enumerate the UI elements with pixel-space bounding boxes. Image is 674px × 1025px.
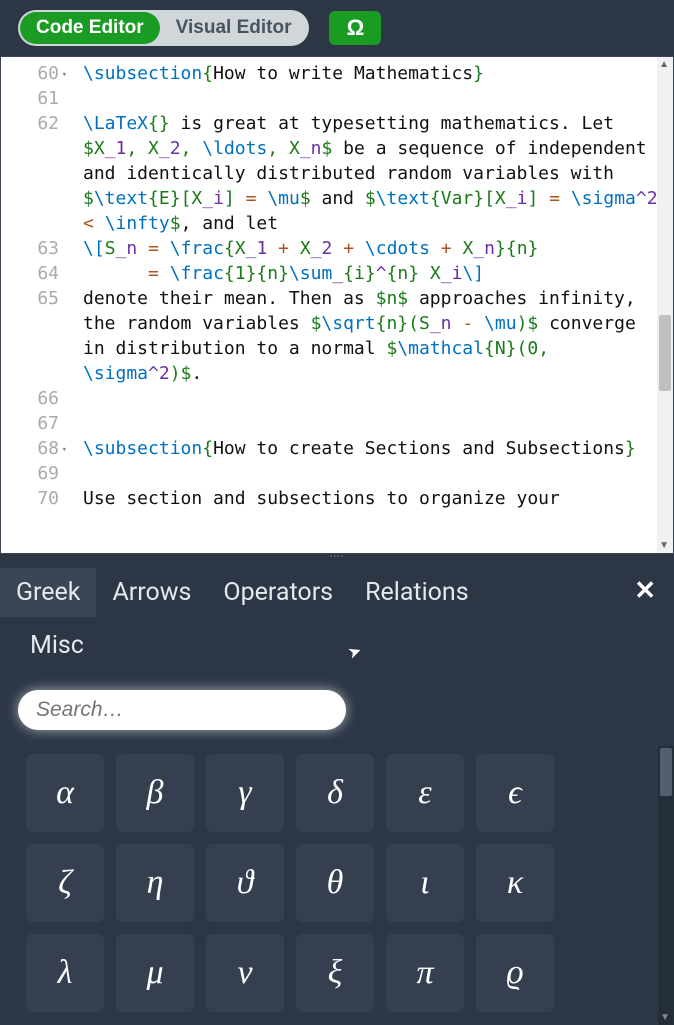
line-number: 61 [1,86,59,111]
close-icon[interactable]: ✕ [634,576,656,606]
symbol-tabs-row2: Misc [0,617,674,680]
symbol-tabs: GreekArrowsOperatorsRelations ✕ [0,560,674,617]
scroll-down-icon[interactable]: ▼ [660,1012,670,1023]
symbol-tab-operators[interactable]: Operators [207,568,349,617]
symbol-ζ[interactable]: ζ [26,844,104,922]
symbol-ϑ[interactable]: ϑ [206,844,284,922]
symbol-π[interactable]: π [386,934,464,1012]
code-line[interactable] [83,411,663,436]
line-number: 66 [1,386,59,411]
line-number: 62 [1,111,59,236]
line-number: 68 [1,436,59,461]
line-number: 60 [1,61,59,86]
symbol-δ[interactable]: δ [296,754,374,832]
symbol-scroll-thumb[interactable] [660,748,672,796]
code-editor-tab[interactable]: Code Editor [20,12,160,44]
code-line[interactable]: \subsection{How to write Mathematics} [83,61,663,86]
symbol-θ[interactable]: θ [296,844,374,922]
visual-editor-tab[interactable]: Visual Editor [160,12,308,44]
symbol-η[interactable]: η [116,844,194,922]
symbol-scrollbar[interactable]: ▲ ▼ [658,746,674,1025]
code-line[interactable]: Use section and subsections to organize … [83,486,663,511]
line-number: 69 [1,461,59,486]
editor-toolbar: Code Editor Visual Editor Ω [0,0,674,56]
editor-mode-toggle: Code Editor Visual Editor [18,10,309,46]
symbol-ξ[interactable]: ξ [296,934,374,1012]
symbol-λ[interactable]: λ [26,934,104,1012]
symbol-tab-misc[interactable]: Misc [14,621,674,670]
line-number: 63 [1,236,59,261]
line-gutter: 6061626364656667686970 [1,57,71,553]
symbol-tab-arrows[interactable]: Arrows [96,568,207,617]
code-line[interactable] [83,386,663,411]
editor-scroll-thumb[interactable] [659,315,671,391]
symbol-ι[interactable]: ι [386,844,464,922]
code-line[interactable]: \LaTeX{} is great at typesetting mathema… [83,111,663,236]
scroll-up-icon[interactable]: ▲ [659,59,669,70]
code-line[interactable] [83,461,663,486]
symbol-palette: GreekArrowsOperatorsRelations ✕ Misc αβγ… [0,560,674,1025]
symbol-ϵ[interactable]: ϵ [476,754,554,832]
line-number: 65 [1,286,59,386]
symbol-tab-greek[interactable]: Greek [0,568,96,617]
symbol-κ[interactable]: κ [476,844,554,922]
code-line[interactable]: \subsection{How to create Sections and S… [83,436,663,461]
line-number: 67 [1,411,59,436]
symbol-grid: αβγδεϵ ζηϑθικ λμνξπϱ [0,746,674,1020]
symbol-γ[interactable]: γ [206,754,284,832]
symbol-ϱ[interactable]: ϱ [476,934,554,1012]
line-number: 64 [1,261,59,286]
code-area[interactable]: \subsection{How to write Mathematics} \L… [71,57,673,553]
symbol-ε[interactable]: ε [386,754,464,832]
code-line[interactable]: = \frac{1}{n}\sum_{i}^{n} X_i\] [83,261,663,286]
symbol-α[interactable]: α [26,754,104,832]
symbol-search-input[interactable] [18,690,346,730]
code-editor[interactable]: 6061626364656667686970 \subsection{How t… [0,56,674,554]
code-line[interactable]: \[S_n = \frac{X_1 + X_2 + \cdots + X_n}{… [83,236,663,261]
symbol-tab-relations[interactable]: Relations [349,568,485,617]
symbol-μ[interactable]: μ [116,934,194,1012]
code-line[interactable] [83,86,663,111]
editor-scrollbar[interactable]: ▲ ▼ [657,57,673,553]
symbol-palette-toggle[interactable]: Ω [329,11,381,45]
symbol-ν[interactable]: ν [206,934,284,1012]
scroll-down-icon[interactable]: ▼ [659,540,669,551]
line-number: 70 [1,486,59,511]
symbol-β[interactable]: β [116,754,194,832]
code-line[interactable]: denote their mean. Then as $n$ approache… [83,286,663,386]
